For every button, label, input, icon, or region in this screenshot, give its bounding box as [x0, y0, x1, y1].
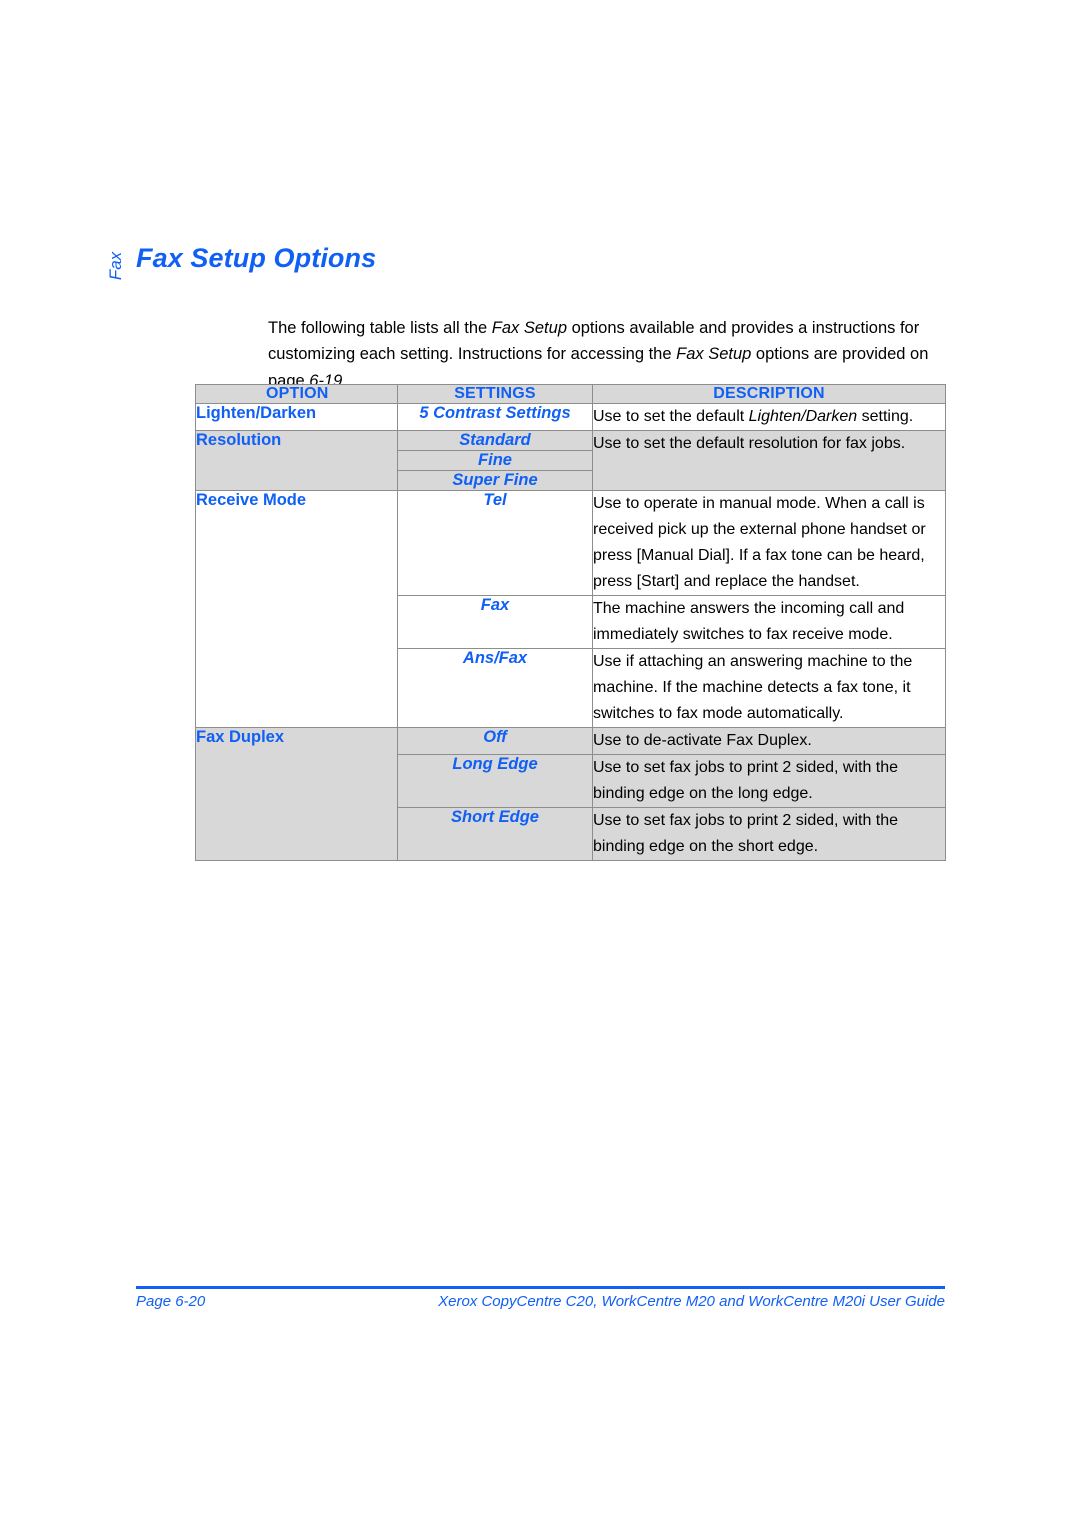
setting-ans-fax: Ans/Fax — [397, 648, 593, 728]
desc-text-post: setting. — [857, 408, 914, 425]
intro-emphasis-1: Fax Setup — [491, 318, 567, 337]
setting-fine: Fine — [397, 450, 593, 471]
fax-setup-options-table: OPTION SETTINGS DESCRIPTION Lighten/Dark… — [195, 384, 946, 861]
table-header-row: OPTION SETTINGS DESCRIPTION — [195, 384, 946, 404]
footer-divider — [136, 1286, 945, 1289]
setting-standard: Standard — [397, 430, 593, 451]
setting-contrast-settings: 5 Contrast Settings — [397, 403, 593, 431]
description-short-edge: Use to set fax jobs to print 2 sided, wi… — [592, 807, 946, 861]
document-page: Fax Fax Setup Options The following tabl… — [0, 0, 1080, 1528]
setting-off: Off — [397, 727, 593, 755]
footer-guide-title: Xerox CopyCentre C20, WorkCentre M20 and… — [438, 1293, 945, 1310]
description-lighten-darken: Use to set the default Lighten/Darken se… — [592, 403, 946, 431]
description-long-edge: Use to set fax jobs to print 2 sided, wi… — [592, 754, 946, 808]
table-row: Fax Duplex Off Use to de-activate Fax Du… — [195, 727, 946, 861]
setting-tel: Tel — [397, 490, 593, 596]
description-resolution: Use to set the default resolution for fa… — [592, 430, 946, 491]
description-ans-fax: Use if attaching an answering machine to… — [592, 648, 946, 728]
intro-text-1: The following table lists all the — [268, 318, 492, 337]
chapter-tab-fax: Fax — [96, 238, 136, 294]
column-header-description: DESCRIPTION — [592, 384, 946, 404]
intro-emphasis-2: Fax Setup — [676, 345, 752, 363]
option-fax-duplex: Fax Duplex — [195, 727, 398, 861]
setting-short-edge: Short Edge — [397, 807, 593, 861]
option-resolution: Resolution — [195, 430, 398, 491]
setting-fax: Fax — [397, 595, 593, 649]
description-fax: The machine answers the incoming call an… — [592, 595, 946, 649]
desc-emphasis: Lighten/Darken — [748, 408, 858, 425]
column-header-settings: SETTINGS — [397, 384, 593, 404]
description-tel: Use to operate in manual mode. When a ca… — [592, 490, 946, 596]
table-row: Receive Mode Tel Use to operate in manua… — [195, 490, 946, 728]
setting-super-fine: Super Fine — [397, 470, 593, 491]
table-row: Resolution Standard Use to set the defau… — [195, 430, 946, 491]
column-header-option: OPTION — [195, 384, 398, 404]
table-row: Lighten/Darken 5 Contrast Settings Use t… — [195, 403, 946, 431]
option-lighten-darken: Lighten/Darken — [195, 403, 398, 431]
description-off: Use to de-activate Fax Duplex. — [592, 727, 946, 755]
intro-paragraph: The following table lists all the Fax Se… — [268, 315, 950, 395]
setting-long-edge: Long Edge — [397, 754, 593, 808]
option-receive-mode: Receive Mode — [195, 490, 398, 728]
footer-page-number: Page 6-20 — [136, 1293, 206, 1310]
desc-text-pre: Use to set the default — [593, 408, 749, 425]
page-title: Fax Setup Options — [136, 243, 377, 273]
chapter-tab-label: Fax — [106, 251, 125, 281]
